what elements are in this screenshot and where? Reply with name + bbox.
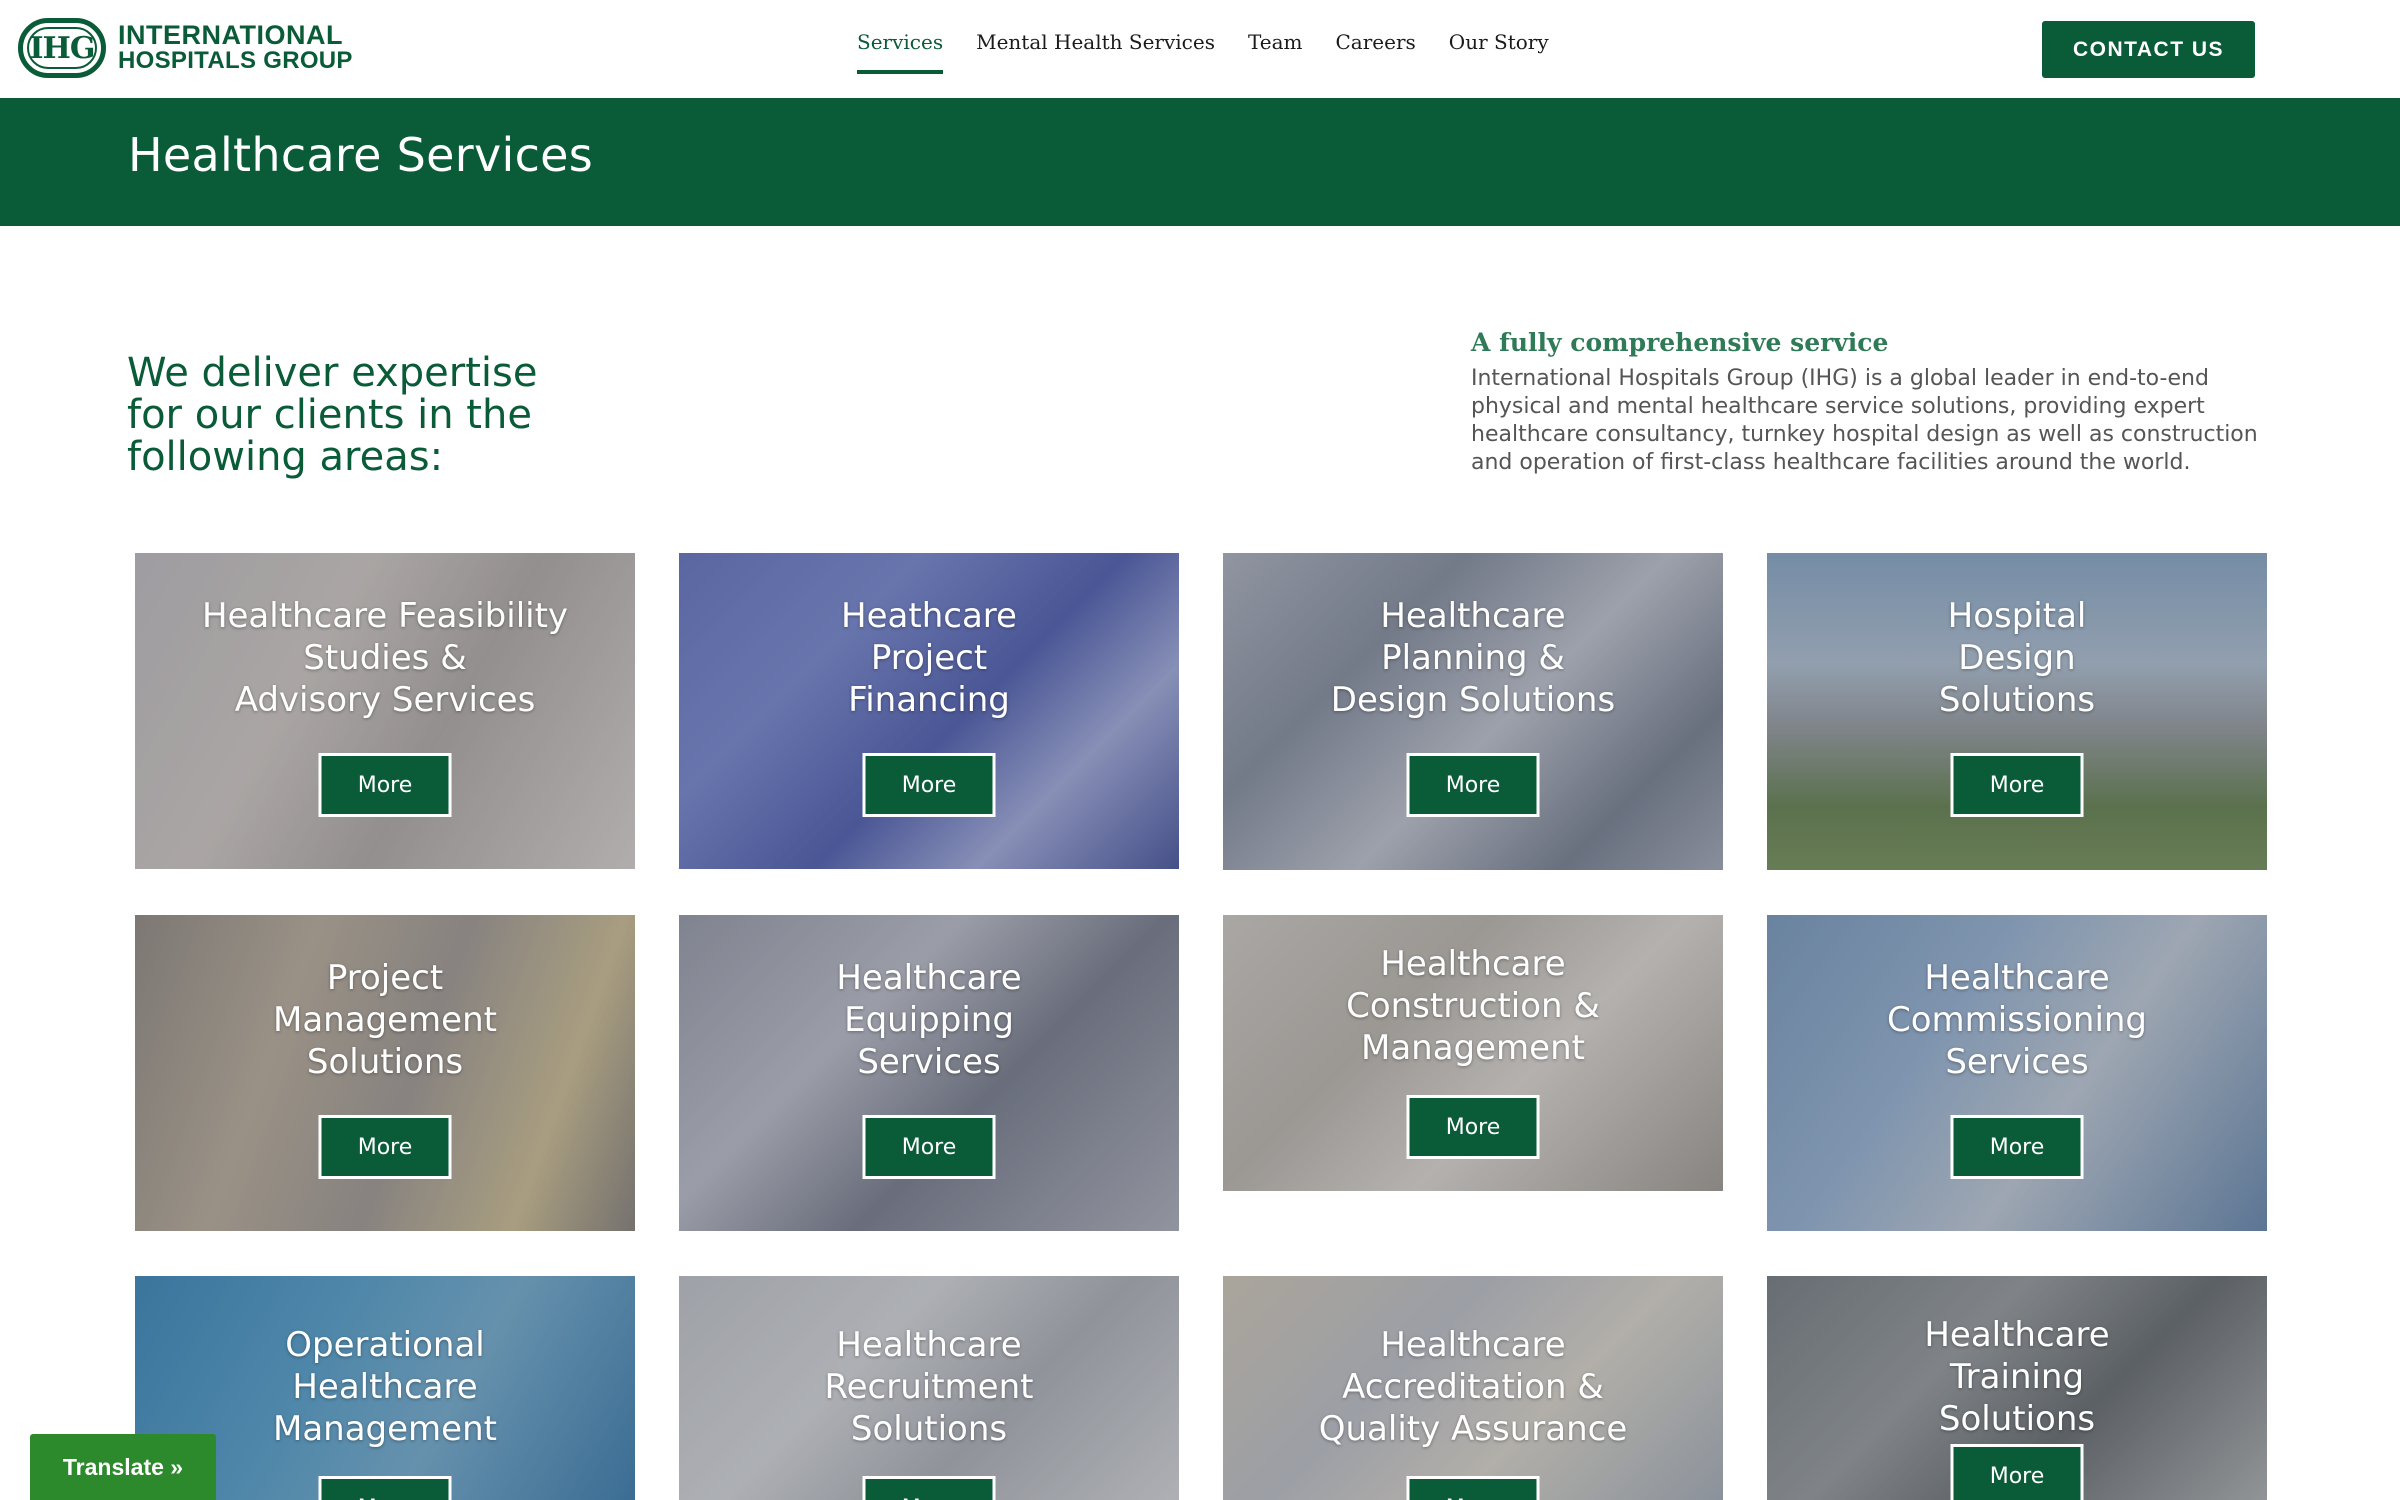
intro-heading: We deliver expertise for our clients in … (127, 350, 538, 480)
service-card-title-line: Healthcare (1924, 958, 2110, 998)
intro-text-block: A fully comprehensive service Internatio… (1471, 328, 2271, 477)
service-card-title-line: Management (273, 1000, 497, 1040)
service-more-button[interactable]: More (1406, 753, 1540, 817)
intro-body: International Hospitals Group (IHG) is a… (1471, 366, 2258, 475)
logo-mark-text: IHG (29, 30, 96, 66)
service-card-title-line: Healthcare (1380, 944, 1566, 984)
nav-mental-health-services[interactable]: Mental Health Services (976, 30, 1215, 74)
service-card[interactable]: HealthcareRecruitmentSolutions More (679, 1276, 1179, 1500)
service-card-title: Hospital Design Solutions (1767, 595, 2267, 721)
service-more-button[interactable]: More (318, 753, 452, 817)
service-card-title-line: Healthcare (836, 958, 1022, 998)
nav-team[interactable]: Team (1248, 30, 1303, 74)
service-card-title: Healthcare Commissioning Services (1767, 957, 2267, 1083)
service-card[interactable]: Healthcare Equipping Services More (679, 915, 1179, 1231)
service-card-title-line: Recruitment (824, 1367, 1034, 1407)
logo-line-1: INTERNATIONAL (118, 20, 343, 50)
main-nav: Services Mental Health Services Team Car… (857, 30, 1582, 74)
service-card-title-line: Solutions (306, 1042, 464, 1082)
service-card[interactable]: Healthcare Training Solutions More (1767, 1276, 2267, 1500)
service-card-title-line: Accreditation & (1342, 1367, 1604, 1407)
logo-wordmark: INTERNATIONAL HOSPITALS GROUP (118, 20, 353, 74)
service-card-title-line: Advisory Services (234, 680, 536, 720)
service-card-title-line: Solutions (1938, 1399, 2096, 1439)
translate-button[interactable]: Translate » (30, 1434, 216, 1500)
service-card-title-line: Heathcare (841, 596, 1017, 636)
site-header: IHG INTERNATIONAL HOSPITALS GROUP Servic… (0, 0, 2400, 98)
service-more-button[interactable]: More (1406, 1095, 1540, 1159)
service-more-button[interactable]: More (862, 753, 996, 817)
service-card[interactable]: Hospital Design Solutions More (1767, 553, 2267, 870)
service-card-title-line: Management (273, 1409, 497, 1449)
service-card-title-line: Planning & (1381, 638, 1565, 678)
service-card-title-line: Healthcare (836, 1325, 1022, 1365)
service-more-button[interactable]: More (318, 1115, 452, 1179)
service-more-button[interactable]: More (1950, 1444, 2084, 1500)
service-card-title-line: Healthcare (292, 1367, 478, 1407)
service-card-title-line: Healthcare (1380, 1325, 1566, 1365)
service-card[interactable]: Heathcare Project Financing More (679, 553, 1179, 869)
service-card-title: Healthcare Construction & Management (1223, 943, 1723, 1069)
service-more-button[interactable]: More (318, 1476, 452, 1500)
service-card-title: Project Management Solutions (135, 957, 635, 1083)
service-card-title-line: Services (857, 1042, 1001, 1082)
service-card-title-line: Healthcare (1924, 1315, 2110, 1355)
service-card-title-line: Solutions (850, 1409, 1008, 1449)
service-card[interactable]: Project Management Solutions More (135, 915, 635, 1231)
ihg-logo[interactable]: IHG INTERNATIONAL HOSPITALS GROUP (18, 18, 353, 78)
service-card-title: Healthcare Feasibility Studies & Advisory … (135, 595, 635, 721)
intro-subheading: A fully comprehensive service (1471, 328, 1889, 357)
service-card-title-line: Management (1361, 1028, 1585, 1068)
service-card-title-line: Construction & (1346, 986, 1600, 1026)
service-card-title-line: Healthcare Feasibility (201, 596, 569, 636)
ihg-logo-mark: IHG (18, 18, 106, 78)
service-more-button[interactable]: More (1950, 1115, 2084, 1179)
service-card-title-line: Healthcare (1380, 596, 1566, 636)
service-card-title-line: Solutions (1938, 680, 2096, 720)
service-card[interactable]: Healthcare Construction & Management More (1223, 915, 1723, 1191)
service-card-title-line: Commissioning (1886, 1000, 2148, 1040)
service-card-title-line: Operational (285, 1325, 485, 1365)
service-card-title: Healthcare Recruitment Solutions (679, 1324, 1179, 1450)
service-card-title: Healthcare Planning & Design Solutions (1223, 595, 1723, 721)
service-card-title: Healthcare Equipping Services (679, 957, 1179, 1083)
service-card-title-line: Equipping (844, 1000, 1014, 1040)
service-card[interactable]: Healthcare Planning & Design Solutions More (1223, 553, 1723, 870)
contact-us-button[interactable]: CONTACT US (2042, 21, 2255, 78)
nav-services[interactable]: Services (857, 30, 944, 74)
service-card-title-line: Services (1945, 1042, 2089, 1082)
service-card-title-line: Design (1958, 638, 2076, 678)
service-card-title: Operational Healthcare Management (135, 1324, 635, 1450)
service-card-title-line: Financing (848, 680, 1010, 720)
service-card-title: Healthcare Accreditation & Quality Assuran… (1223, 1324, 1723, 1450)
service-more-button[interactable]: More (862, 1115, 996, 1179)
service-card-title-line: Project (326, 958, 444, 998)
service-more-button[interactable]: More (1406, 1476, 1540, 1500)
service-card[interactable]: Healthcare Feasibility Studies & Advisory … (135, 553, 635, 869)
service-card-title-line: Hospital (1947, 596, 2087, 636)
service-card-title-line: Quality Assurance (1318, 1409, 1628, 1449)
service-more-button[interactable]: More (862, 1476, 996, 1500)
service-more-button[interactable]: More (1950, 753, 2084, 817)
page-banner: Healthcare Services (0, 98, 2400, 226)
service-card-title-line: Training (1949, 1357, 2085, 1397)
nav-careers[interactable]: Careers (1336, 30, 1416, 74)
logo-line-2: HOSPITALS GROUP (118, 47, 353, 74)
service-card-title: Heathcare Project Financing (679, 595, 1179, 721)
service-card-title-line: Project (870, 638, 988, 678)
service-card-title-line: Design Solutions (1330, 680, 1616, 720)
service-card-title: Healthcare Training Solutions (1767, 1314, 2267, 1440)
page-title: Healthcare Services (128, 128, 594, 182)
service-card[interactable]: Healthcare Accreditation & Quality Assuran… (1223, 1276, 1723, 1500)
service-card[interactable]: Healthcare Commissioning Services More (1767, 915, 2267, 1231)
service-card-title-line: Studies & (303, 638, 467, 678)
nav-our-story[interactable]: Our Story (1449, 30, 1549, 74)
